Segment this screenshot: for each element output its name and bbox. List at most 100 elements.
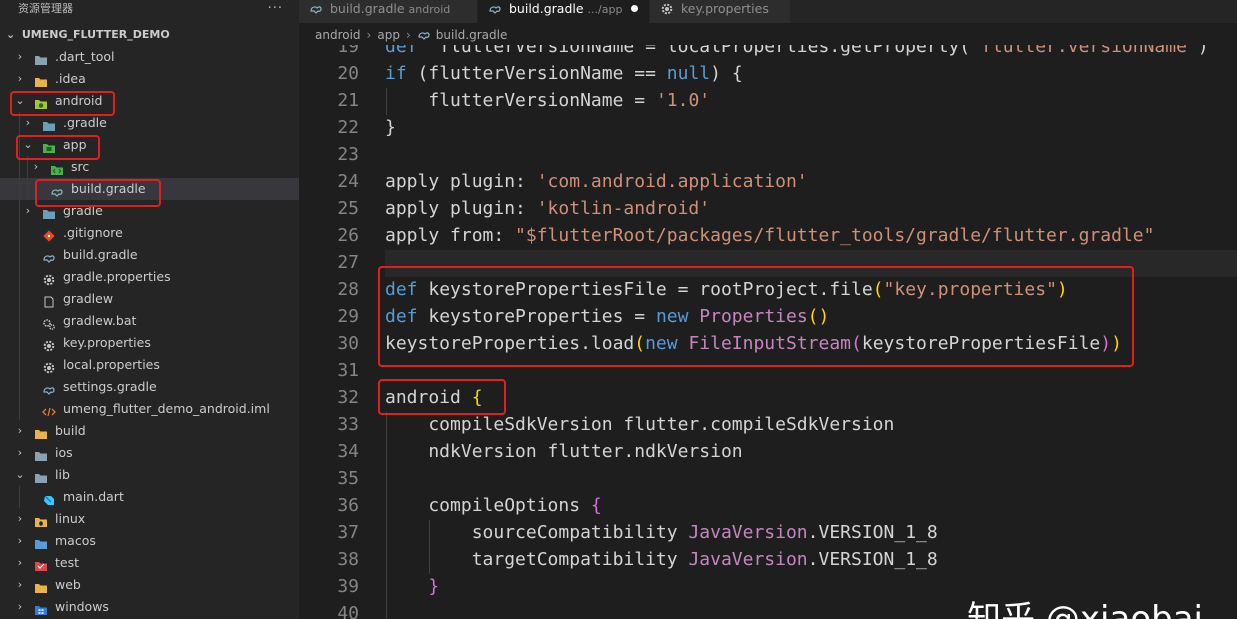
code-line[interactable]: def keystoreProperties = new Properties(… — [385, 306, 829, 327]
tree-item-build[interactable]: › build — [0, 420, 299, 442]
tree-item-android[interactable]: ⌄ android — [0, 90, 299, 112]
chevron-right-icon[interactable]: › — [14, 46, 26, 68]
tree-item-label: web — [55, 577, 81, 592]
explorer-root-folder[interactable]: ⌄ UMENG_FLUTTER_DEMO — [0, 20, 299, 46]
tree-item-gradlew[interactable]: gradlew — [0, 288, 299, 310]
code-line[interactable]: compileOptions { — [385, 495, 601, 516]
chevron-right-icon[interactable]: › — [14, 442, 26, 464]
tree-item-lib[interactable]: ⌄ lib — [0, 464, 299, 486]
line-number: 23 — [337, 144, 359, 165]
code-line[interactable]: sourceCompatibility JavaVersion.VERSION_… — [385, 522, 938, 543]
editor-tab-2[interactable]: build.gradle .../app — [478, 0, 650, 23]
tab-label: key.properties — [681, 1, 769, 16]
code-line[interactable]: } — [385, 576, 439, 597]
tree-item-label: local.properties — [63, 357, 160, 372]
chevron-down-icon[interactable]: ⌄ — [14, 90, 26, 112]
code-line[interactable]: def keystorePropertiesFile = rootProject… — [385, 279, 1068, 300]
line-number: 33 — [337, 414, 359, 435]
explorer-sidebar: 资源管理器 ··· ⌄ UMENG_FLUTTER_DEMO › .dart_to… — [0, 0, 299, 619]
code-line[interactable]: ndkVersion flutter.ndkVersion — [385, 441, 742, 462]
tree-item-web[interactable]: › web — [0, 574, 299, 596]
tree-item-local-properties[interactable]: local.properties — [0, 354, 299, 376]
code-line[interactable]: } — [385, 117, 396, 138]
tree-item-label: gradle — [63, 203, 103, 218]
tree-item-idea[interactable]: › .idea — [0, 68, 299, 90]
code-line[interactable]: android { — [385, 387, 483, 408]
code-line[interactable]: if (flutterVersionName == null) { — [385, 63, 743, 84]
tree-item-settings-gradle[interactable]: settings.gradle — [0, 376, 299, 398]
breadcrumb-item[interactable]: build.gradle — [436, 28, 508, 42]
code-line[interactable]: flutterVersionName = '1.0' — [385, 90, 710, 111]
chevron-right-icon[interactable]: › — [14, 420, 26, 442]
code-line[interactable]: def flutterVersionName = localProperties… — [385, 45, 1209, 57]
chevron-down-icon[interactable]: ⌄ — [14, 464, 26, 486]
chevron-down-icon[interactable]: ⌄ — [22, 134, 34, 156]
editor-tab-bar: build.gradle android build.gradle .../app ke… — [299, 0, 1237, 23]
watermark-text: 知乎 @xiaobai — [967, 599, 1203, 619]
breadcrumb-item[interactable]: android — [315, 28, 361, 42]
tree-item-umeng-flutter-demo-android-iml[interactable]: umeng_flutter_demo_android.iml — [0, 398, 299, 420]
tree-item-label: key.properties — [63, 335, 151, 350]
tree-item-main-dart[interactable]: main.dart — [0, 486, 299, 508]
breadcrumb-item[interactable]: app — [377, 28, 400, 42]
tree-item-gitignore[interactable]: .gitignore — [0, 222, 299, 244]
git-icon — [42, 227, 56, 242]
tree-item-label: src — [71, 159, 90, 174]
tree-item-build-gradle[interactable]: build.gradle — [0, 178, 299, 200]
code-line[interactable]: targetCompatibility JavaVersion.VERSION_… — [385, 549, 938, 570]
chevron-right-icon[interactable]: › — [22, 112, 34, 134]
line-number: 19 — [337, 45, 359, 57]
code-token: ( — [634, 333, 646, 354]
code-token: 'kotlin-android' — [536, 198, 711, 219]
tree-item-linux[interactable]: › linux — [0, 508, 299, 530]
web-folder-icon — [34, 579, 48, 593]
code-editor[interactable]: 19 def flutterVersionName = localProperti… — [299, 45, 1237, 619]
tree-item-test[interactable]: › test — [0, 552, 299, 574]
chevron-right-icon[interactable]: › — [14, 596, 26, 618]
code-line[interactable]: apply plugin: 'com.android.application' — [385, 171, 808, 192]
tree-item-src[interactable]: › src — [0, 156, 299, 178]
unsaved-dot-icon[interactable] — [631, 5, 639, 12]
tree-item-label: .dart_tool — [55, 49, 115, 64]
tree-item-ios[interactable]: › ios — [0, 442, 299, 464]
code-line[interactable]: apply from: "$flutterRoot/packages/flutt… — [385, 225, 1154, 246]
tree-item-app[interactable]: ⌄ app — [0, 134, 299, 156]
tree-item-windows[interactable]: › windows — [0, 596, 299, 618]
line-number: 37 — [337, 522, 359, 543]
chevron-right-icon[interactable]: › — [14, 508, 26, 530]
indent-guide — [19, 200, 20, 222]
editor-tab-3[interactable]: key.properties — [650, 0, 791, 23]
tree-item-gradle-properties[interactable]: gradle.properties — [0, 266, 299, 288]
tree-item-build-gradle[interactable]: build.gradle — [0, 244, 299, 266]
tree-item-label: app — [63, 137, 87, 152]
chevron-right-icon[interactable]: › — [14, 68, 26, 90]
gear-icon — [42, 359, 56, 374]
tree-item-label: build.gradle — [71, 181, 146, 196]
chevron-right-icon[interactable]: › — [14, 574, 26, 596]
code-token: JavaVersion — [688, 522, 808, 543]
chevron-right-icon[interactable]: › — [14, 552, 26, 574]
code-token: ) — [1056, 279, 1068, 300]
tree-item-dart-tool[interactable]: › .dart_tool — [0, 46, 299, 68]
tree-item-gradlew-bat[interactable]: gradlew.bat — [0, 310, 299, 332]
chevron-right-icon[interactable]: › — [30, 156, 42, 178]
code-line[interactable]: apply plugin: 'kotlin-android' — [385, 198, 710, 219]
gradle-file-icon — [50, 183, 64, 197]
line-number: 20 — [337, 63, 359, 84]
editor-tab-1[interactable]: build.gradle android — [299, 0, 478, 23]
tree-item-gradle[interactable]: › gradle — [0, 200, 299, 222]
folder-icon — [34, 73, 48, 87]
more-actions-icon[interactable]: ··· — [268, 0, 283, 18]
tab-label: build.gradle — [330, 1, 405, 16]
tree-item-gradle[interactable]: › .gradle — [0, 112, 299, 134]
indent-guide — [19, 310, 20, 332]
code-line[interactable]: keystoreProperties.load(new FileInputStr… — [385, 333, 1122, 354]
tree-item-label: test — [55, 555, 80, 570]
gradle-file-icon — [42, 249, 56, 263]
chevron-right-icon[interactable]: › — [14, 530, 26, 552]
code-token: def — [385, 279, 418, 300]
tree-item-macos[interactable]: › macos — [0, 530, 299, 552]
chevron-right-icon[interactable]: › — [22, 200, 34, 222]
code-line[interactable]: compileSdkVersion flutter.compileSdkVers… — [385, 414, 894, 435]
tree-item-key-properties[interactable]: key.properties — [0, 332, 299, 354]
